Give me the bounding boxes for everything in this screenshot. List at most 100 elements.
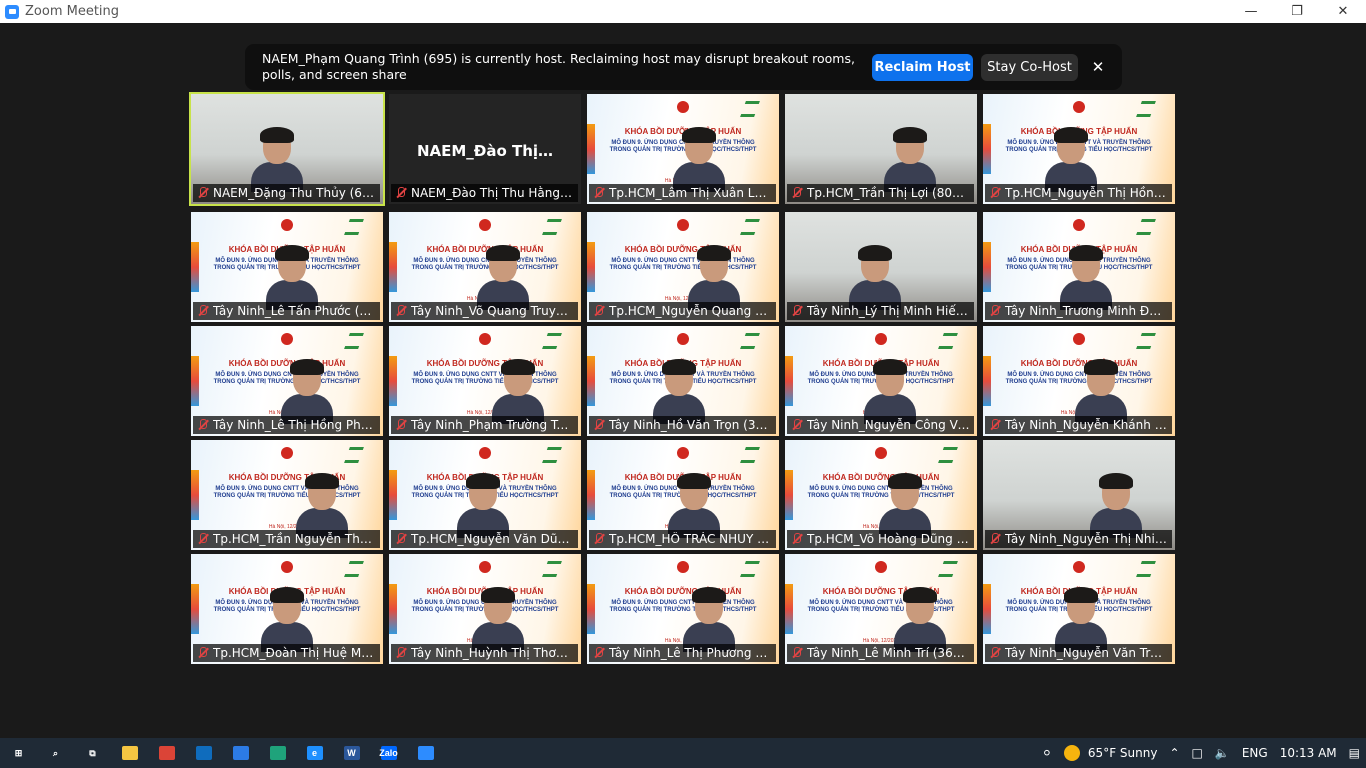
participant-tile[interactable]: KHÓA BỒI DƯỠNG TẬP HUẤNMÔ ĐUN 9. ỨNG DỤN… xyxy=(587,212,779,322)
zoom-app-icon xyxy=(5,4,19,19)
participant-video-person xyxy=(1075,359,1127,424)
muted-mic-icon xyxy=(592,186,606,200)
participant-tile[interactable]: KHÓA BỒI DƯỠNG TẬP HUẤNMÔ ĐUN 9. ỨNG DỤN… xyxy=(587,94,779,204)
slide-decoration xyxy=(785,470,793,520)
weather-temp: 65°F xyxy=(1087,746,1117,760)
participant-tile[interactable]: KHÓA BỒI DƯỠNG TẬP HUẤNMÔ ĐUN 9. ỨNG DỤN… xyxy=(191,212,383,322)
emblem-icon xyxy=(875,561,887,573)
emblem-icon xyxy=(281,561,293,573)
close-window-button[interactable]: ✕ xyxy=(1320,0,1366,23)
emblem-icon xyxy=(677,219,689,231)
emblem-icon xyxy=(677,447,689,459)
participant-tile[interactable]: KHÓA BỒI DƯỠNG TẬP HUẤNMÔ ĐUN 9. ỨNG DỤN… xyxy=(191,326,383,436)
participant-nameplate: Tây Ninh_Hồ Văn Trọn (368… xyxy=(589,416,776,434)
program-logo-icon xyxy=(938,561,958,577)
close-banner-icon[interactable]: ✕ xyxy=(1088,57,1108,77)
participant-tile[interactable]: KHÓA BỒI DƯỠNG TẬP HUẤNMÔ ĐUN 9. ỨNG DỤN… xyxy=(587,326,779,436)
stay-co-host-button[interactable]: Stay Co-Host xyxy=(981,54,1078,81)
muted-mic-icon xyxy=(592,304,606,318)
participant-tile[interactable]: Tp.HCM_Trần Thị Lợi (80107) xyxy=(785,94,977,204)
emblem-icon xyxy=(677,333,689,345)
muted-mic-icon xyxy=(988,186,1002,200)
slide-decoration xyxy=(587,242,595,292)
language-indicator[interactable]: ENG xyxy=(1242,746,1268,760)
participant-name: NAEM_Đặng Thu Thủy (685) xyxy=(213,186,376,200)
participant-video-person xyxy=(266,245,318,310)
windows-start-icon[interactable]: ⊞ xyxy=(0,738,37,768)
notifications-icon[interactable]: ▤ xyxy=(1349,746,1360,760)
participant-tile[interactable]: KHÓA BỒI DƯỠNG TẬP HUẤNMÔ ĐUN 9. ỨNG DỤN… xyxy=(983,212,1175,322)
participant-name: Tây Ninh_Phạm Trường Tuy… xyxy=(411,418,574,432)
participant-tile[interactable]: KHÓA BỒI DƯỠNG TẬP HUẤNMÔ ĐUN 9. ỨNG DỤN… xyxy=(785,326,977,436)
zoom-icon[interactable] xyxy=(407,738,444,768)
muted-mic-icon xyxy=(196,646,210,660)
reclaim-host-button[interactable]: Reclaim Host xyxy=(872,54,973,81)
emblem-icon xyxy=(281,447,293,459)
slide-decoration xyxy=(389,242,397,292)
participant-nameplate: Tp.HCM_Nguyễn Văn Dũng… xyxy=(391,530,578,548)
participant-tile[interactable]: KHÓA BỒI DƯỠNG TẬP HUẤNMÔ ĐUN 9. ỨNG DỤN… xyxy=(389,326,581,436)
participant-video-person xyxy=(261,587,313,652)
weather-widget[interactable]: 65°F Sunny xyxy=(1063,745,1158,761)
participant-name: NAEM_Đào Thị Thu Hằng (… xyxy=(411,186,574,200)
muted-mic-icon xyxy=(394,418,408,432)
minimize-button[interactable]: — xyxy=(1228,0,1274,23)
participant-tile[interactable]: KHÓA BỒI DƯỠNG TẬP HUẤNMÔ ĐUN 9. ỨNG DỤN… xyxy=(389,212,581,322)
search-icon[interactable]: ⌕ xyxy=(37,738,74,768)
participant-tile[interactable]: NAEM_Đào Thị… NAEM_Đào Thị Thu Hằng (… xyxy=(389,94,581,204)
restore-button[interactable]: ❐ xyxy=(1274,0,1320,23)
program-logo-icon xyxy=(542,333,562,349)
emblem-icon xyxy=(281,333,293,345)
participant-tile[interactable]: KHÓA BỒI DƯỠNG TẬP HUẤNMÔ ĐUN 9. ỨNG DỤN… xyxy=(587,554,779,664)
word-icon[interactable]: W xyxy=(333,738,370,768)
participant-tile[interactable]: KHÓA BỒI DƯỠNG TẬP HUẤNMÔ ĐUN 9. ỨNG DỤN… xyxy=(191,554,383,664)
participant-tile[interactable]: KHÓA BỒI DƯỠNG TẬP HUẤNMÔ ĐUN 9. ỨNG DỤN… xyxy=(389,554,581,664)
muted-mic-icon xyxy=(592,532,606,546)
participant-tile[interactable]: KHÓA BỒI DƯỠNG TẬP HUẤNMÔ ĐUN 9. ỨNG DỤN… xyxy=(587,440,779,550)
participant-tile[interactable]: KHÓA BỒI DƯỠNG TẬP HUẤNMÔ ĐUN 9. ỨNG DỤN… xyxy=(389,440,581,550)
banner-message: NAEM_Phạm Quang Trình (695) is currently… xyxy=(262,51,855,82)
slide-decoration xyxy=(983,242,991,292)
muted-mic-icon xyxy=(196,304,210,318)
participant-nameplate: Tây Ninh_Nguyễn Thị Nhiê… xyxy=(985,530,1172,548)
program-logo-icon xyxy=(740,447,760,463)
program-logo-icon xyxy=(740,561,760,577)
muted-mic-icon xyxy=(790,418,804,432)
volume-icon[interactable]: 🔈 xyxy=(1215,746,1230,760)
program-logo-icon xyxy=(344,447,364,463)
network-icon[interactable]: □ xyxy=(1192,746,1203,760)
participant-tile[interactable]: NAEM_Đặng Thu Thủy (685) xyxy=(189,92,385,206)
participant-video-person xyxy=(879,473,931,538)
participant-tile[interactable]: KHÓA BỒI DƯỠNG TẬP HUẤNMÔ ĐUN 9. ỨNG DỤN… xyxy=(983,94,1175,204)
mail-icon[interactable] xyxy=(185,738,222,768)
clock[interactable]: 10:13 AM xyxy=(1280,746,1337,760)
participant-tile[interactable]: Tây Ninh_Nguyễn Thị Nhiê… xyxy=(983,440,1175,550)
people-icon[interactable]: ⚪ xyxy=(1042,746,1052,760)
internet-explorer-icon[interactable]: e xyxy=(296,738,333,768)
program-logo-icon xyxy=(938,333,958,349)
participant-nameplate: Tp.HCM_Lâm Thị Xuân Lan … xyxy=(589,184,776,202)
participant-tile[interactable]: KHÓA BỒI DƯỠNG TẬP HUẤNMÔ ĐUN 9. ỨNG DỤN… xyxy=(191,440,383,550)
participant-tile[interactable]: KHÓA BỒI DƯỠNG TẬP HUẤNMÔ ĐUN 9. ỨNG DỤN… xyxy=(983,326,1175,436)
muted-mic-icon xyxy=(394,532,408,546)
participant-name: Tây Ninh_Võ Quang Truyền… xyxy=(411,304,574,318)
windows-taskbar: ⊞ ⌕ ⧉ e W Zalo ⚪ 65°F Sunny ⌃ □ 🔈 ENG 10:13 A… xyxy=(0,738,1366,768)
task-view-icon[interactable]: ⧉ xyxy=(74,738,111,768)
edge-icon[interactable] xyxy=(259,738,296,768)
store-icon[interactable] xyxy=(222,738,259,768)
emblem-icon xyxy=(677,101,689,113)
sun-icon xyxy=(1063,745,1080,761)
participant-tile[interactable]: KHÓA BỒI DƯỠNG TẬP HUẤNMÔ ĐUN 9. ỨNG DỤN… xyxy=(785,440,977,550)
participant-video-person xyxy=(673,127,725,192)
participant-name: Tp.HCM_HỒ TRÁC NHUY L… xyxy=(609,532,772,546)
chrome-icon[interactable] xyxy=(148,738,185,768)
file-explorer-icon[interactable] xyxy=(111,738,148,768)
slide-decoration xyxy=(389,356,397,406)
weather-desc: Sunny xyxy=(1119,746,1158,760)
show-hidden-icons-icon[interactable]: ⌃ xyxy=(1169,746,1179,760)
participant-tile[interactable]: Tây Ninh_Lý Thị Minh Hiếu (… xyxy=(785,212,977,322)
participant-tile[interactable]: KHÓA BỒI DƯỠNG TẬP HUẤNMÔ ĐUN 9. ỨNG DỤN… xyxy=(785,554,977,664)
participant-tile[interactable]: KHÓA BỒI DƯỠNG TẬP HUẤNMÔ ĐUN 9. ỨNG DỤN… xyxy=(983,554,1175,664)
taskbar-apps: ⊞ ⌕ ⧉ e W Zalo xyxy=(0,738,444,768)
zalo-icon[interactable]: Zalo xyxy=(370,738,407,768)
